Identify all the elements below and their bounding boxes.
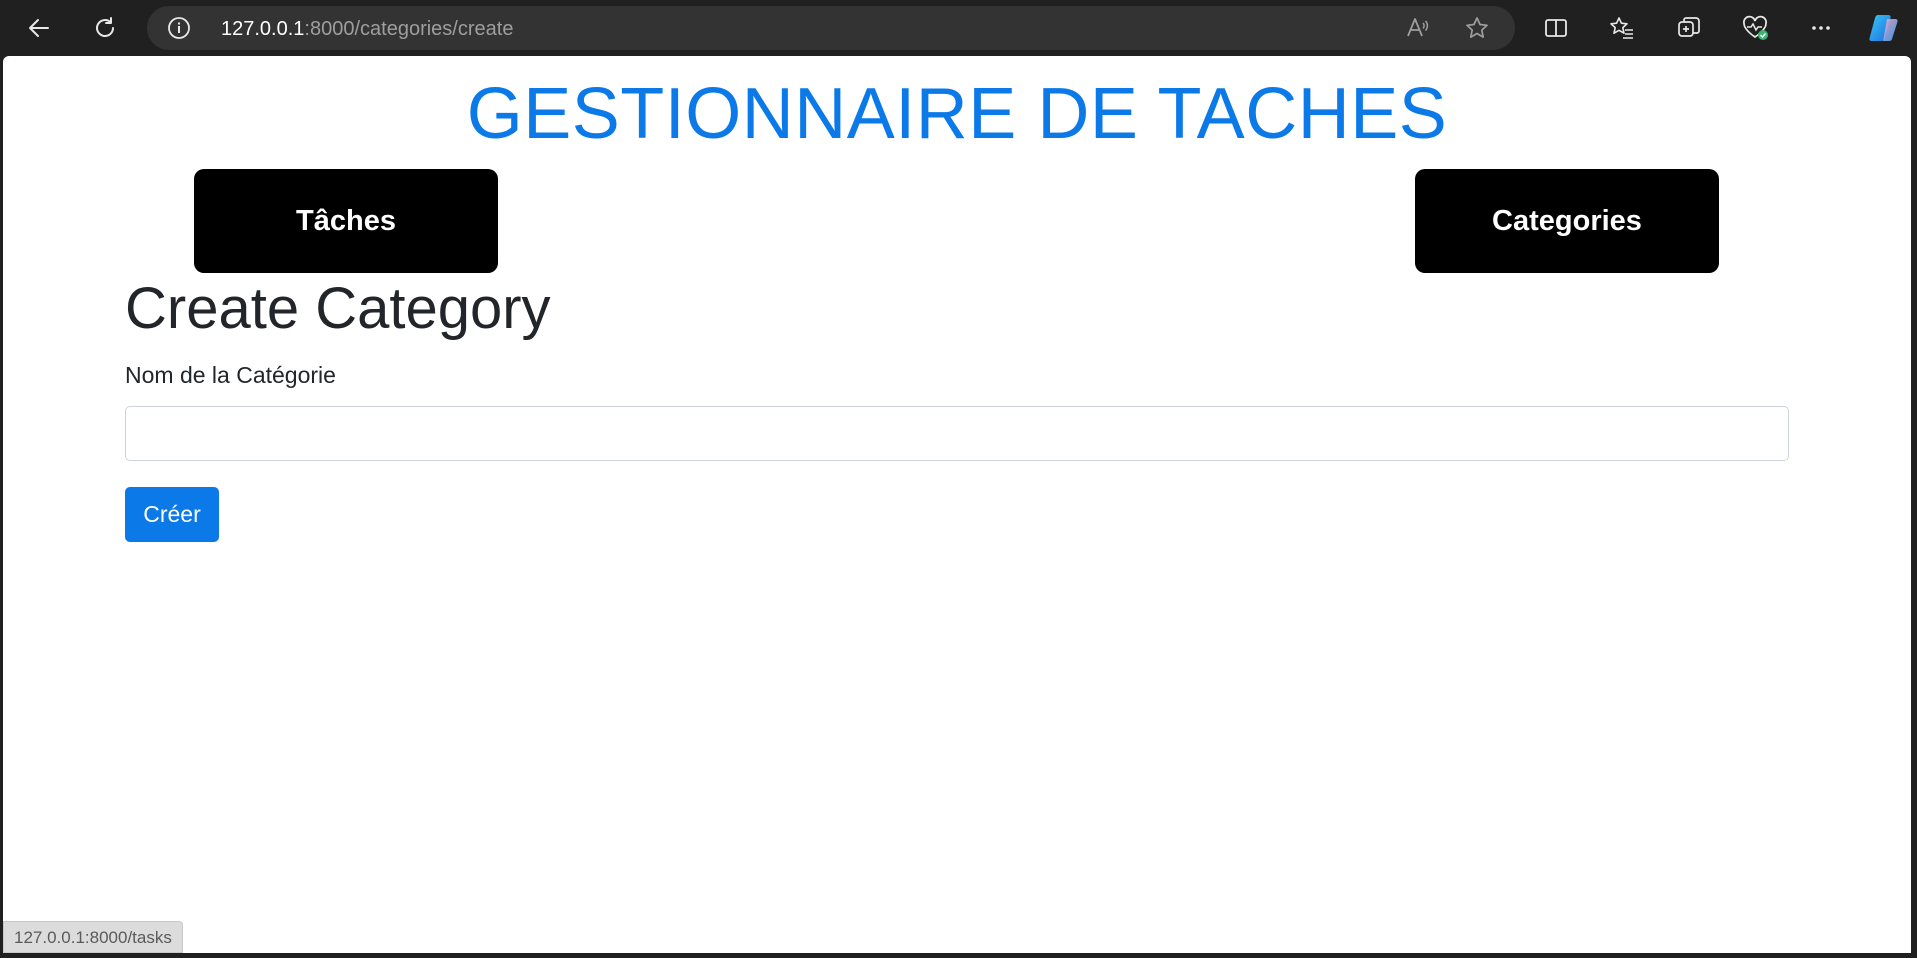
- address-bar[interactable]: 127.0.0.1:8000/categories/create: [147, 6, 1515, 50]
- collections-icon[interactable]: [1669, 8, 1709, 48]
- site-title: GESTIONNAIRE DE TACHES: [466, 74, 1448, 154]
- more-options-icon[interactable]: [1801, 8, 1841, 48]
- split-screen-icon[interactable]: [1536, 8, 1576, 48]
- site-info-icon[interactable]: [167, 16, 191, 40]
- url-host: 127.0.0.1: [221, 18, 305, 40]
- browser-toolbar: 127.0.0.1:8000/categories/create: [0, 0, 1917, 56]
- category-name-label: Nom de la Catégorie: [125, 362, 336, 388]
- nav-tasks-button[interactable]: Tâches: [194, 169, 498, 273]
- create-button[interactable]: Créer: [125, 487, 219, 542]
- url-path: :8000/categories/create: [304, 18, 514, 40]
- url-text[interactable]: 127.0.0.1:8000/categories/create: [221, 18, 513, 41]
- favorite-star-icon[interactable]: [1463, 14, 1491, 42]
- favorites-icon[interactable]: [1602, 8, 1642, 48]
- page-title: Create Category: [125, 276, 551, 341]
- browser-essentials-icon[interactable]: [1735, 8, 1775, 48]
- nav-categories-button[interactable]: Categories: [1415, 169, 1719, 273]
- status-bar-link-preview: 127.0.0.1:8000/tasks: [3, 921, 183, 953]
- category-name-input[interactable]: [125, 406, 1789, 461]
- page-viewport: GESTIONNAIRE DE TACHES Tâches Categories…: [3, 56, 1911, 953]
- refresh-icon[interactable]: [85, 8, 125, 48]
- copilot-icon[interactable]: [1864, 8, 1904, 48]
- read-aloud-icon[interactable]: [1403, 14, 1431, 42]
- back-arrow-icon[interactable]: [19, 8, 59, 48]
